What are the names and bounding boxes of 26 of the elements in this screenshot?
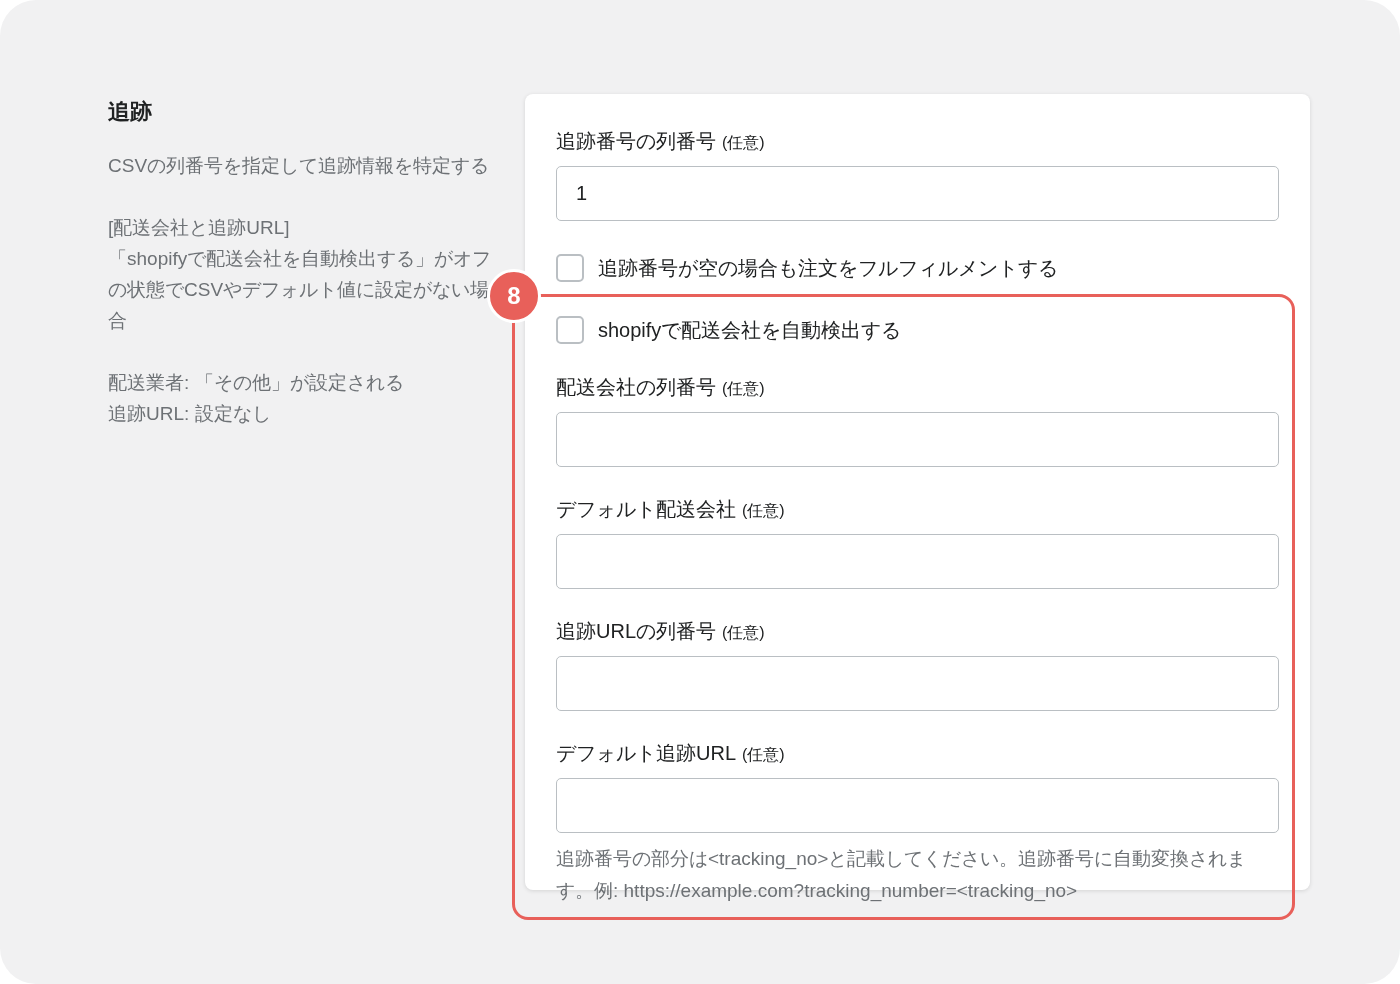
checkbox-label: 追跡番号が空の場合も注文をフルフィルメントする	[598, 256, 1058, 281]
optional-note: (任意)	[722, 379, 765, 399]
input-field[interactable]	[556, 412, 1279, 467]
help-text: 追跡番号の部分は<tracking_no>と記載してください。追跡番号に自動変換されます。例: https://example.com?tracking_number=<tracking_no>	[556, 847, 1248, 904]
description-text: [配送会社と追跡URL]	[108, 216, 291, 240]
checkbox[interactable]	[556, 316, 584, 344]
field-label: デフォルト追跡URL	[556, 741, 736, 766]
section-title: 追跡	[108, 98, 153, 126]
input-field[interactable]	[556, 534, 1279, 589]
field-label: 配送会社の列番号	[556, 375, 716, 400]
checkbox-label: shopifyで配送会社を自動検出する	[598, 318, 902, 343]
optional-note: (任意)	[742, 745, 785, 765]
description-text: CSVの列番号を指定して追跡情報を特定する	[108, 154, 491, 178]
description-text: 追跡URL: 設定なし	[108, 402, 272, 426]
input-field[interactable]: 1	[556, 166, 1279, 221]
checkbox[interactable]	[556, 254, 584, 282]
field-label: デフォルト配送会社	[556, 497, 736, 522]
optional-note: (任意)	[722, 133, 765, 153]
optional-note: (任意)	[742, 501, 785, 521]
field-label: 追跡URLの列番号	[556, 619, 716, 644]
optional-note: (任意)	[722, 623, 765, 643]
description-text: 配送業者: 「その他」が設定される	[108, 371, 405, 395]
callout-badge: 8	[487, 269, 541, 323]
field-label: 追跡番号の列番号	[556, 129, 716, 154]
input-field[interactable]	[556, 656, 1279, 711]
input-field[interactable]	[556, 778, 1279, 833]
